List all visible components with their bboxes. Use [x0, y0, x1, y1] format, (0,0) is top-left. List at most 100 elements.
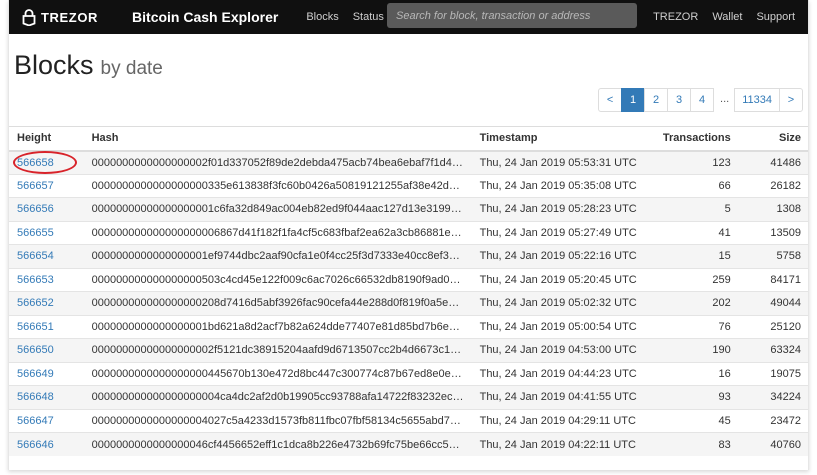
table-row[interactable]: 566656 00000000000000000001c6fa32d849ac00…	[9, 197, 808, 221]
block-height-link[interactable]: 566657	[17, 180, 54, 192]
table-cell: 566655	[9, 220, 84, 245]
block-height-link[interactable]: 566650	[17, 344, 54, 356]
table-cell: 5	[644, 197, 739, 221]
table-cell: 84171	[738, 267, 808, 292]
pagination-last-page[interactable]: 11334	[734, 88, 780, 112]
pagination-ellipsis: ...	[717, 88, 733, 112]
table-cell: 000000000000000000004ca4dc2af2d0b19905cc…	[83, 385, 472, 409]
table-row[interactable]: 566648 000000000000000000004ca4dc2af2d0b1…	[9, 385, 808, 409]
block-hash: 0000000000000000002f01d337052f89de2debda…	[91, 156, 464, 169]
block-height-link[interactable]: 566648	[17, 391, 54, 403]
block-hash: 000000000000000000208d7416d5abf3926fac90…	[91, 297, 464, 310]
blocks-table-wrapper: Height Hash Timestamp Transactions Size …	[9, 126, 808, 456]
block-hash: 000000000000000000006867d41f182f1fa4cf5c…	[91, 226, 464, 239]
nav-link-blocks[interactable]: Blocks	[306, 11, 338, 23]
table-cell: 16	[644, 361, 739, 386]
pagination-page-1[interactable]: 1	[621, 88, 646, 112]
nav-link-trezor[interactable]: TREZOR	[653, 11, 698, 23]
block-timestamp: Thu, 24 Jan 2019 05:35:08 UTC	[479, 179, 637, 192]
pagination-page-3[interactable]: 3	[667, 88, 692, 112]
table-row[interactable]: 566657 0000000000000000000335e613838f3fc6…	[9, 173, 808, 198]
table-cell: 66	[644, 173, 739, 198]
block-height-link[interactable]: 566655	[17, 227, 54, 239]
table-row[interactable]: 566647 0000000000000000004027c5a4233d1573…	[9, 408, 808, 433]
block-height-link[interactable]: 566646	[17, 439, 54, 451]
block-timestamp: Thu, 24 Jan 2019 04:53:00 UTC	[479, 344, 637, 357]
block-hash: 0000000000000000000445670b130e472d8bc447…	[91, 367, 464, 380]
block-size: 41486	[770, 156, 801, 169]
table-cell: 000000000000000000503c4cd45e122f009c6ac7…	[83, 267, 472, 292]
table-row[interactable]: 566658 0000000000000000002f01d337052f89de…	[9, 150, 808, 174]
table-cell: Thu, 24 Jan 2019 04:44:23 UTC	[471, 361, 645, 386]
pagination-next-button[interactable]: >	[779, 88, 803, 112]
block-transactions: 202	[712, 297, 731, 310]
lock-icon	[22, 8, 36, 26]
block-timestamp: Thu, 24 Jan 2019 04:22:11 UTC	[479, 438, 636, 451]
block-size: 63324	[770, 344, 801, 357]
table-cell: 202	[644, 291, 739, 315]
block-height-link[interactable]: 566658	[17, 157, 54, 169]
pagination-page-2[interactable]: 2	[644, 88, 669, 112]
block-height-link[interactable]: 566652	[17, 297, 54, 309]
search-input[interactable]	[387, 3, 637, 28]
page-subtitle: by date	[100, 58, 163, 79]
table-cell: 41	[644, 220, 739, 245]
table-cell: 566647	[9, 408, 84, 433]
table-cell: Thu, 24 Jan 2019 05:22:16 UTC	[471, 244, 645, 268]
block-timestamp: Thu, 24 Jan 2019 05:20:45 UTC	[479, 273, 637, 286]
table-row[interactable]: 566649 0000000000000000000445670b130e472d…	[9, 361, 808, 386]
table-cell: Thu, 24 Jan 2019 04:41:55 UTC	[471, 385, 645, 409]
table-row[interactable]: 566655 000000000000000000006867d41f182f1f…	[9, 220, 808, 245]
column-header-size: Size	[738, 126, 808, 152]
table-cell: Thu, 24 Jan 2019 05:35:08 UTC	[471, 173, 645, 198]
block-height-link[interactable]: 566651	[17, 321, 54, 333]
app-title[interactable]: Bitcoin Cash Explorer	[132, 9, 278, 25]
block-transactions: 66	[718, 179, 731, 192]
block-size: 26182	[770, 179, 801, 192]
pagination-page-4[interactable]: 4	[690, 88, 715, 112]
table-cell: 26182	[738, 173, 808, 198]
block-hash: 0000000000000000004027c5a4233d1573fb811f…	[91, 414, 464, 427]
table-cell: 93	[644, 385, 739, 409]
table-cell: 0000000000000000046cf4456652eff1c1dca8b2…	[83, 432, 472, 456]
block-hash: 0000000000000000001ef9744dbc2aaf90cfa1e0…	[91, 250, 464, 263]
block-hash: 000000000000000000004ca4dc2af2d0b19905cc…	[91, 391, 464, 404]
table-cell: 566657	[9, 173, 84, 198]
page-title: Blocks	[14, 50, 94, 80]
table-cell: Thu, 24 Jan 2019 05:27:49 UTC	[471, 220, 645, 245]
nav-link-wallet[interactable]: Wallet	[712, 11, 742, 23]
table-cell: 000000000000000000006867d41f182f1fa4cf5c…	[83, 220, 472, 245]
navbar: TREZOR Bitcoin Cash Explorer Blocks Stat…	[9, 0, 808, 34]
block-timestamp: Thu, 24 Jan 2019 04:41:55 UTC	[479, 391, 637, 404]
table-cell: 566646	[9, 432, 84, 456]
block-height-link[interactable]: 566653	[17, 274, 54, 286]
block-height-link[interactable]: 566649	[17, 368, 54, 380]
table-cell: 0000000000000000000445670b130e472d8bc447…	[83, 361, 472, 386]
table-cell: 0000000000000000001ef9744dbc2aaf90cfa1e0…	[83, 244, 472, 268]
table-row[interactable]: 566646 0000000000000000046cf4456652eff1c1…	[9, 432, 808, 456]
block-height-link[interactable]: 566656	[17, 203, 54, 215]
block-transactions: 76	[718, 320, 731, 333]
table-cell: 83	[644, 432, 739, 456]
block-transactions: 16	[718, 367, 731, 380]
table-row[interactable]: 566650 00000000000000000002f5121dc3891520…	[9, 338, 808, 362]
block-transactions: 259	[712, 273, 731, 286]
nav-link-status[interactable]: Status	[353, 11, 384, 23]
column-header-timestamp: Timestamp	[471, 126, 645, 152]
nav-right: TREZOR Wallet Support	[639, 0, 795, 34]
table-cell: Thu, 24 Jan 2019 04:22:11 UTC	[471, 432, 645, 456]
table-row[interactable]: 566653 000000000000000000503c4cd45e122f00…	[9, 267, 808, 292]
block-height-link[interactable]: 566647	[17, 415, 54, 427]
block-height-link[interactable]: 566654	[17, 250, 54, 262]
block-timestamp: Thu, 24 Jan 2019 05:00:54 UTC	[479, 320, 637, 333]
table-cell: 49044	[738, 291, 808, 315]
brand-logo[interactable]: TREZOR	[22, 8, 98, 26]
table-cell: 15	[644, 244, 739, 268]
pagination-prev-button[interactable]: <	[598, 88, 623, 112]
nav-link-support[interactable]: Support	[756, 11, 795, 23]
block-timestamp: Thu, 24 Jan 2019 04:44:23 UTC	[479, 367, 637, 380]
table-row[interactable]: 566654 0000000000000000001ef9744dbc2aaf90…	[9, 244, 808, 268]
table-cell: 0000000000000000002f01d337052f89de2debda…	[83, 150, 472, 174]
table-row[interactable]: 566652 000000000000000000208d7416d5abf392…	[9, 291, 808, 315]
table-row[interactable]: 566651 0000000000000000001bd621a8d2acf7b8…	[9, 314, 808, 339]
